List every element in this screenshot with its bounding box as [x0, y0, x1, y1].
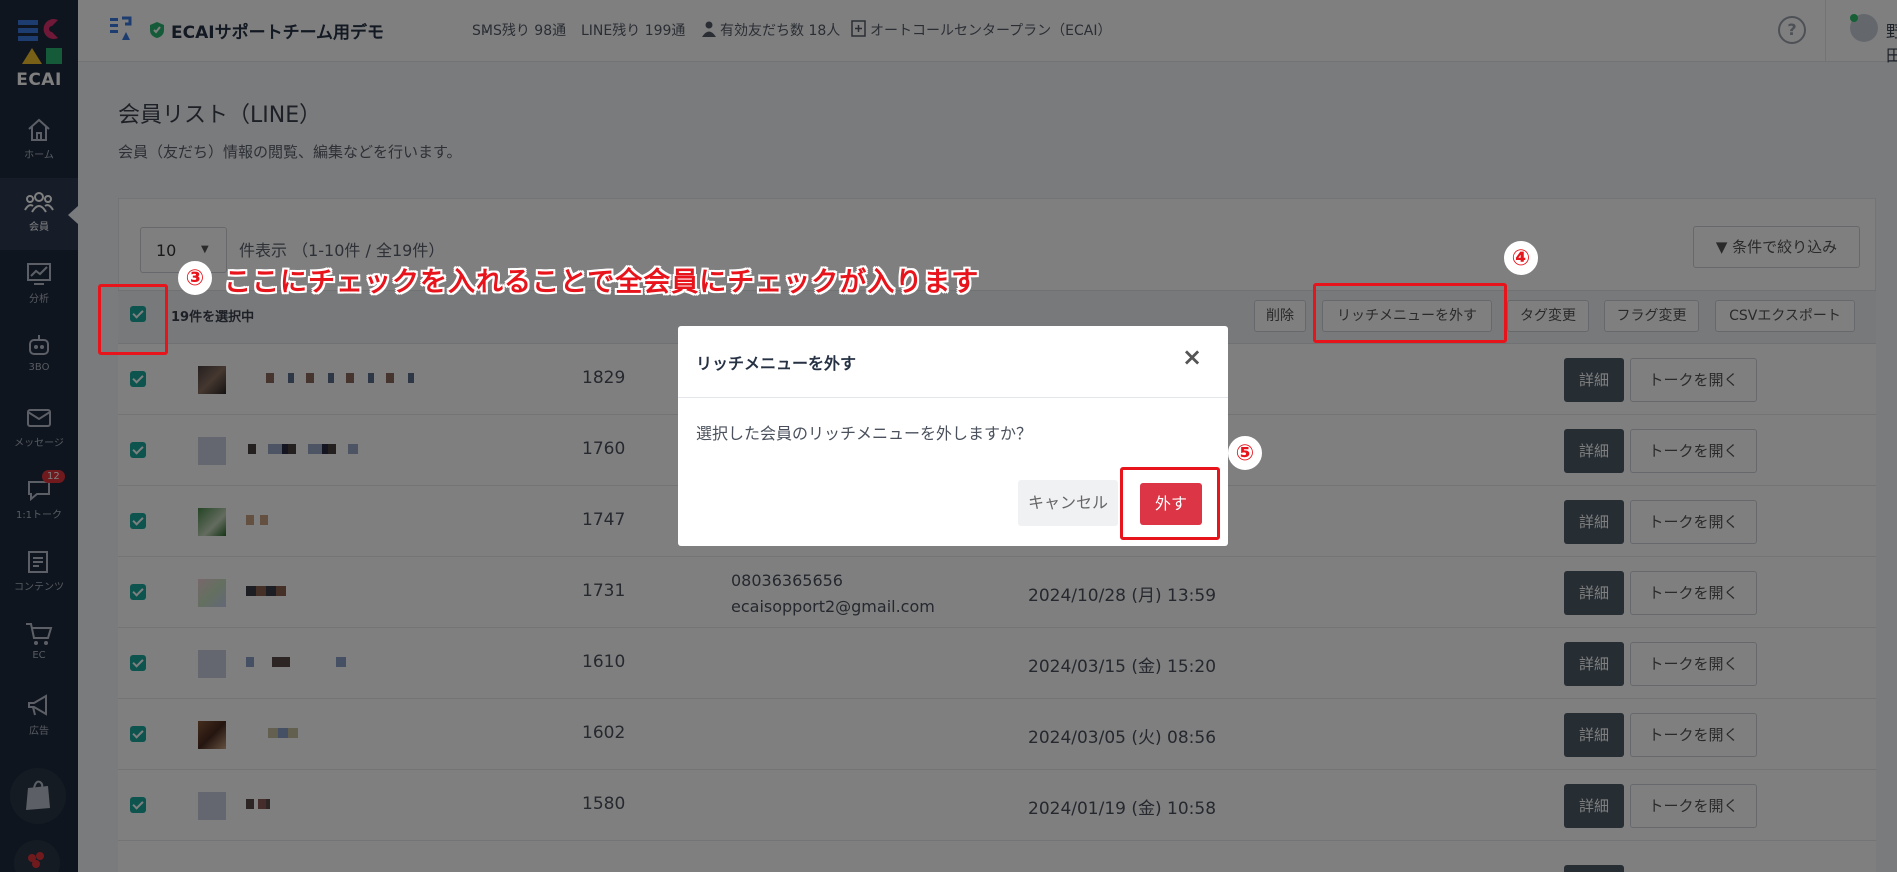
cancel-button[interactable]: キャンセル — [1018, 480, 1118, 526]
annotation-highlight-remove-richmenu — [1313, 283, 1507, 343]
annotation-step-3-text: ここにチェックを入れることで全会員にチェックが入ります — [224, 267, 980, 298]
dialog-message: 選択した会員のリッチメニューを外しますか？ — [696, 424, 1033, 443]
annotation-step-3: ③ — [178, 261, 212, 295]
dialog-divider — [678, 397, 1228, 398]
close-icon[interactable]: × — [1182, 343, 1202, 371]
annotation-step-5: ⑤ — [1228, 436, 1262, 470]
annotation-highlight-select-all — [98, 284, 168, 355]
annotation-highlight-confirm — [1120, 467, 1220, 540]
annotation-step-4: ④ — [1504, 241, 1538, 275]
dialog-title: リッチメニューを外す — [696, 354, 857, 373]
